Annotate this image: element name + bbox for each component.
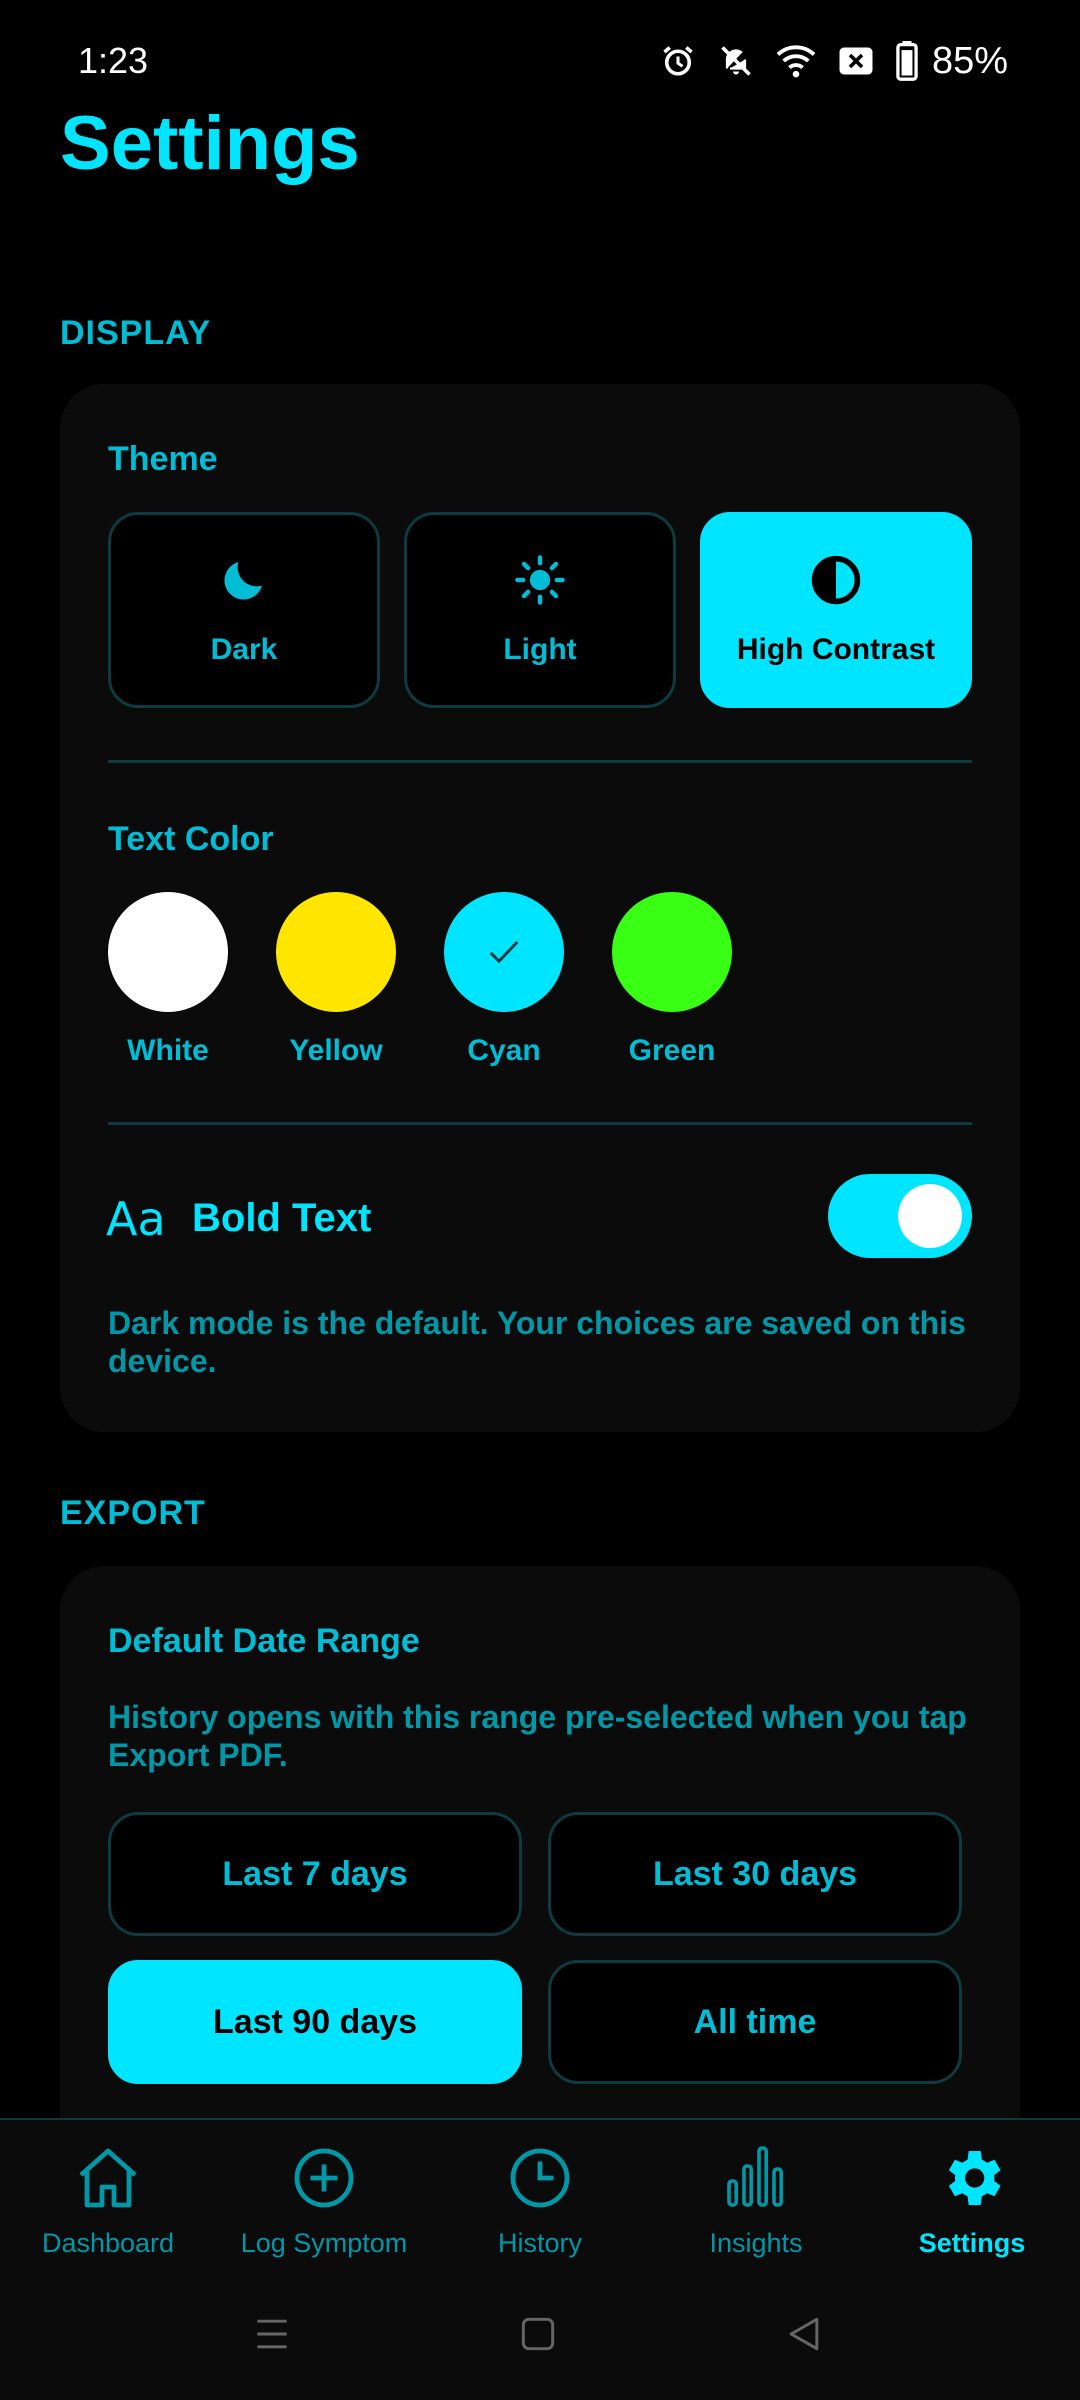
divider (108, 760, 972, 763)
range-option-90-days[interactable]: Last 90 days (108, 1960, 522, 2084)
wifi-icon (776, 45, 816, 78)
plus-circle-icon (294, 2148, 354, 2208)
text-color-label: Text Color (108, 820, 274, 858)
battery-icon (896, 41, 918, 81)
section-label-display: DISPLAY (60, 314, 212, 352)
nav-dashboard[interactable]: Dashboard (0, 2120, 216, 2270)
font-size-icon: Aa (106, 1192, 166, 1246)
home-button-icon[interactable] (516, 2312, 560, 2356)
bold-text-toggle[interactable] (828, 1174, 972, 1258)
display-hint: Dark mode is the default. Your choices a… (108, 1305, 966, 1379)
sun-icon (515, 555, 565, 605)
display-card: Theme Dark Light High Contrast Text Colo… (60, 384, 1020, 1432)
theme-option-dark[interactable]: Dark (108, 512, 380, 708)
nav-label: Log Symptom (240, 2228, 408, 2258)
default-date-range-label: Default Date Range (108, 1622, 420, 1660)
export-card: Default Date Range History opens with th… (60, 1566, 1020, 2186)
theme-label: Theme (108, 440, 218, 478)
swatch-label: White (127, 1034, 209, 1067)
status-time: 1:23 (78, 40, 149, 81)
text-color-swatch-white[interactable] (108, 892, 228, 1012)
nav-log-symptom[interactable]: Log Symptom (216, 2120, 432, 2270)
nav-label: History (497, 2228, 582, 2258)
battery-percent: 85% (931, 39, 1008, 82)
theme-option-label: High Contrast (736, 633, 936, 666)
swatch-label: Cyan (467, 1034, 541, 1067)
contrast-icon (811, 555, 861, 605)
page-title: Settings (60, 101, 360, 186)
swatch-label: Green (628, 1034, 716, 1067)
nav-label: Settings (918, 2228, 1026, 2258)
text-color-swatch-yellow[interactable] (276, 892, 396, 1012)
divider (108, 1122, 972, 1125)
mute-bell-icon (721, 46, 751, 76)
checkmark-icon (489, 940, 519, 964)
text-color-swatch-cyan[interactable] (444, 892, 564, 1012)
bold-text-label: Bold Text (192, 1196, 372, 1240)
nav-label: Dashboard (41, 2228, 175, 2258)
bar-chart-icon (727, 2146, 784, 2207)
section-label-export: EXPORT (60, 1494, 206, 1532)
nav-insights[interactable]: Insights (648, 2120, 864, 2270)
alarm-icon (663, 46, 693, 76)
theme-option-label: Light (503, 633, 577, 666)
toggle-knob (898, 1184, 962, 1248)
swatch-label: Yellow (289, 1034, 383, 1067)
moon-icon (224, 562, 262, 600)
clock-icon (510, 2148, 570, 2208)
range-option-7-days[interactable]: Last 7 days (108, 1812, 522, 1936)
nav-settings[interactable]: Settings (864, 2120, 1080, 2270)
nav-history[interactable]: History (432, 2120, 648, 2270)
system-nav-bar (0, 2268, 1080, 2400)
back-icon[interactable] (782, 2312, 826, 2356)
recent-apps-icon[interactable] (250, 2312, 294, 2356)
text-color-swatch-green[interactable] (612, 892, 732, 1012)
nav-label: Insights (709, 2228, 803, 2258)
gear-icon (948, 2151, 1001, 2205)
theme-option-light[interactable]: Light (404, 512, 676, 708)
no-sim-icon (839, 47, 873, 75)
range-option-30-days[interactable]: Last 30 days (548, 1812, 962, 1936)
status-icons: 85% (660, 38, 1008, 84)
date-range-hint: History opens with this range pre-select… (108, 1699, 967, 1773)
bottom-nav: Dashboard Log Symptom History Insights S… (0, 2118, 1080, 2268)
range-option-all-time[interactable]: All time (548, 1960, 962, 2084)
theme-option-label: Dark (210, 633, 278, 666)
home-icon (79, 2148, 137, 2208)
theme-option-high-contrast[interactable]: High Contrast (700, 512, 972, 708)
